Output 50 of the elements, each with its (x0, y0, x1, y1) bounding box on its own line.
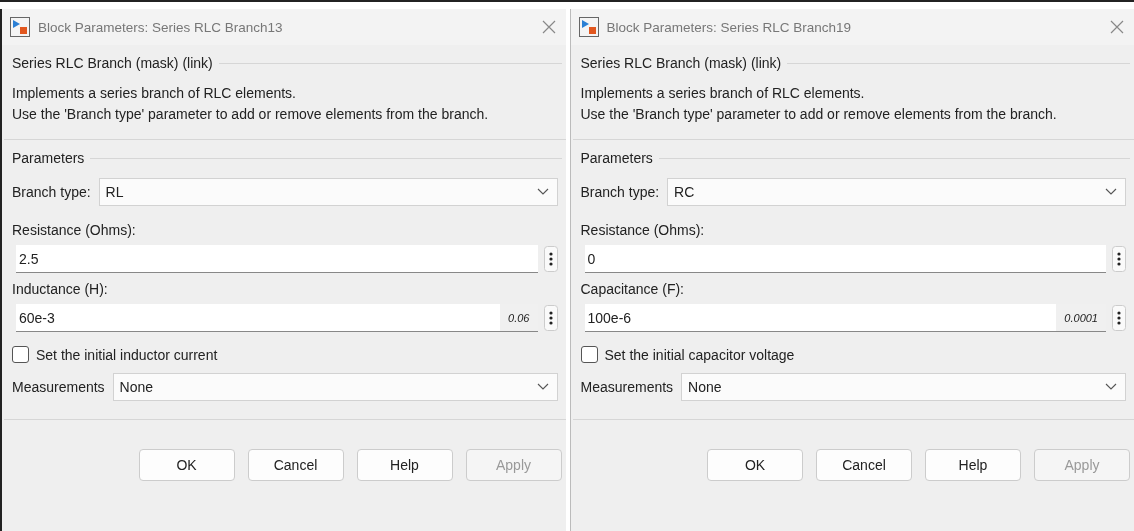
dialog-button[interactable]: Help (356, 449, 453, 481)
dialog-button[interactable]: OK (138, 449, 235, 481)
checkbox-label: Set the initial capacitor voltage (604, 346, 795, 363)
more-options-icon[interactable] (1112, 246, 1126, 272)
description-text: Implements a series branch of RLC elements. (12, 84, 297, 103)
description-text: Implements a series branch of RLC elements. (580, 84, 866, 103)
dropdown[interactable]: RC (667, 178, 1126, 206)
dropdown[interactable]: None (112, 373, 558, 401)
description-text: Use the 'Branch type' parameter to add or remove elements from the branch. (580, 105, 1058, 124)
field-label: Capacitance (F): (580, 281, 685, 297)
field-label: Branch type: (12, 184, 91, 200)
block-icon (10, 17, 30, 37)
chevron-icon (536, 383, 549, 391)
evaluated-value: 0.06 (500, 304, 538, 331)
input-field[interactable]: 100e-6 0.0001 (584, 304, 1106, 332)
dialog-button[interactable]: Cancel (816, 449, 912, 481)
input-field[interactable]: 0 (584, 245, 1106, 273)
dialog-button[interactable]: Help (925, 449, 1021, 481)
checkbox-label: Set the initial inductor current (36, 346, 218, 363)
chevron-icon (1105, 383, 1117, 391)
window-title: Block Parameters: Series RLC Branch19 (606, 19, 853, 35)
field-label: Measurements (580, 379, 674, 395)
close-icon[interactable] (1110, 20, 1124, 34)
chevron-icon (1105, 188, 1117, 196)
more-options-icon[interactable] (1112, 305, 1126, 331)
field-label: Resistance (Ohms): (580, 222, 706, 238)
more-options-icon[interactable] (543, 305, 558, 331)
group-title: Parameters (11, 150, 85, 166)
field-label: Inductance (H): (12, 281, 109, 297)
input-field[interactable]: 2.5 (16, 245, 538, 273)
field-label: Branch type: (580, 184, 660, 200)
dialog-button[interactable]: Cancel (247, 449, 344, 481)
close-icon[interactable] (541, 20, 556, 34)
description-text: Use the 'Branch type' parameter to add or remove elements from the branch. (12, 105, 490, 124)
window-title: Block Parameters: Series RLC Branch13 (38, 19, 284, 35)
dropdown[interactable]: RL (98, 178, 558, 206)
evaluated-value: 0.0001 (1056, 304, 1106, 331)
checkbox[interactable] (580, 346, 598, 363)
checkbox[interactable] (12, 346, 29, 363)
field-label: Measurements (12, 379, 105, 395)
chevron-icon (536, 188, 549, 196)
dialog-button[interactable]: OK (707, 449, 803, 481)
block-icon (578, 17, 599, 37)
group-title: Series RLC Branch (mask) (link) (11, 55, 213, 71)
group-title: Parameters (579, 150, 653, 166)
dropdown[interactable]: None (681, 373, 1126, 401)
group-title: Series RLC Branch (mask) (link) (579, 55, 782, 71)
field-label: Resistance (Ohms): (12, 222, 137, 238)
input-field[interactable]: 60e-3 0.06 (16, 304, 538, 332)
more-options-icon[interactable] (543, 246, 558, 272)
